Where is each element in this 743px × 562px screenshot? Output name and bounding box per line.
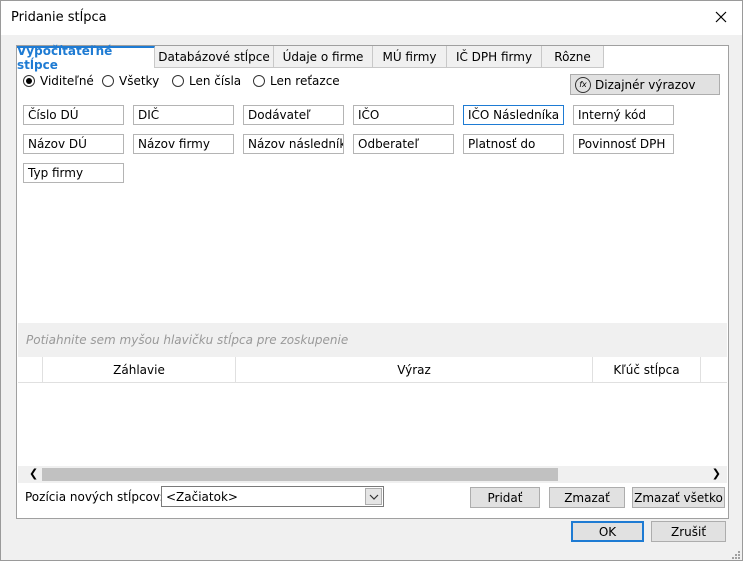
window-title: Pridanie stĺpca xyxy=(11,10,107,25)
close-icon[interactable] xyxy=(708,5,734,29)
column-chip[interactable]: DIČ xyxy=(133,105,234,125)
delete-button[interactable]: Zmazať xyxy=(549,487,625,508)
radio-label: Viditeľné xyxy=(40,74,94,88)
group-by-area[interactable]: Potiahnite sem myšou hlavičku stĺpca pre… xyxy=(18,323,727,357)
column-chip[interactable]: Dodávateľ xyxy=(243,105,344,125)
radio-unchecked-icon xyxy=(102,75,114,87)
column-chip[interactable]: Odberateľ xyxy=(353,134,454,154)
resize-grip-icon[interactable] xyxy=(730,548,740,559)
radio-visible[interactable]: Viditeľné xyxy=(23,74,94,88)
tab-panel: Vypočítateľné stĺpce Databázové stĺpce Ú… xyxy=(16,44,729,519)
radio-unchecked-icon xyxy=(172,75,184,87)
radio-strings-only[interactable]: Len reťazce xyxy=(253,74,340,88)
column-chip[interactable]: Názov následníka xyxy=(243,134,344,154)
radio-label: Len reťazce xyxy=(270,74,340,88)
position-select[interactable]: <Začiatok> xyxy=(161,486,384,507)
column-chip[interactable]: Typ firmy xyxy=(23,163,124,183)
tab-company-vat-id[interactable]: IČ DPH firmy xyxy=(447,46,542,68)
title-bar: Pridanie stĺpca xyxy=(1,1,742,35)
grid-header: Záhlavie Výraz Kľúč stĺpca xyxy=(18,357,727,383)
designer-label: Dizajnér výrazov xyxy=(595,77,696,92)
chevron-down-icon[interactable] xyxy=(365,488,382,505)
cancel-button[interactable]: Zrušiť xyxy=(651,521,726,542)
column-chip[interactable]: IČO xyxy=(353,105,454,125)
scrollbar-thumb[interactable] xyxy=(42,468,558,481)
column-header-title[interactable]: Záhlavie xyxy=(43,357,236,382)
column-chip[interactable]: Názov DÚ xyxy=(23,134,124,154)
tab-company-mu[interactable]: MÚ firmy xyxy=(373,46,447,68)
ok-button[interactable]: OK xyxy=(571,521,644,542)
position-label: Pozícia nových stĺpcov: xyxy=(25,490,164,504)
column-chip[interactable]: Interný kód xyxy=(573,105,674,125)
horizontal-scrollbar[interactable]: ❮ ❯ xyxy=(18,466,727,483)
row-indicator-header xyxy=(18,357,43,382)
column-chip[interactable]: Povinnosť DPH xyxy=(573,134,674,154)
tab-company-data[interactable]: Údaje o firme xyxy=(274,46,373,68)
column-chip[interactable]: IČO Následníka xyxy=(463,105,564,125)
radio-numbers-only[interactable]: Len čísla xyxy=(172,74,241,88)
grid-body xyxy=(18,383,727,466)
column-chip[interactable]: Číslo DÚ xyxy=(23,105,124,125)
scroll-left-icon[interactable]: ❮ xyxy=(29,467,38,480)
column-chip[interactable]: Platnosť do xyxy=(463,134,564,154)
radio-unchecked-icon xyxy=(253,75,265,87)
dialog-window: Pridanie stĺpca Vypočítateľné stĺpce Dat… xyxy=(0,0,743,561)
fx-icon: fx xyxy=(575,76,591,93)
column-header-key[interactable]: Kľúč stĺpca xyxy=(593,357,701,382)
radio-checked-icon xyxy=(23,75,35,87)
column-header-expression[interactable]: Výraz xyxy=(236,357,593,382)
add-button[interactable]: Pridať xyxy=(470,487,540,508)
column-chip[interactable]: Názov firmy xyxy=(133,134,234,154)
position-value: <Začiatok> xyxy=(166,489,238,504)
tab-computed-columns[interactable]: Vypočítateľné stĺpce xyxy=(17,44,155,72)
radio-all[interactable]: Všetky xyxy=(102,74,159,88)
delete-all-button[interactable]: Zmazať všetko xyxy=(632,487,725,508)
tab-database-columns[interactable]: Databázové stĺpce xyxy=(155,46,274,68)
radio-label: Len čísla xyxy=(189,74,242,88)
radio-label: Všetky xyxy=(119,74,160,88)
scroll-right-icon[interactable]: ❯ xyxy=(712,467,721,480)
tab-strip: Vypočítateľné stĺpce Databázové stĺpce Ú… xyxy=(17,44,604,72)
expression-designer-button[interactable]: fx Dizajnér výrazov xyxy=(570,74,720,95)
tab-misc[interactable]: Rôzne xyxy=(542,46,604,68)
